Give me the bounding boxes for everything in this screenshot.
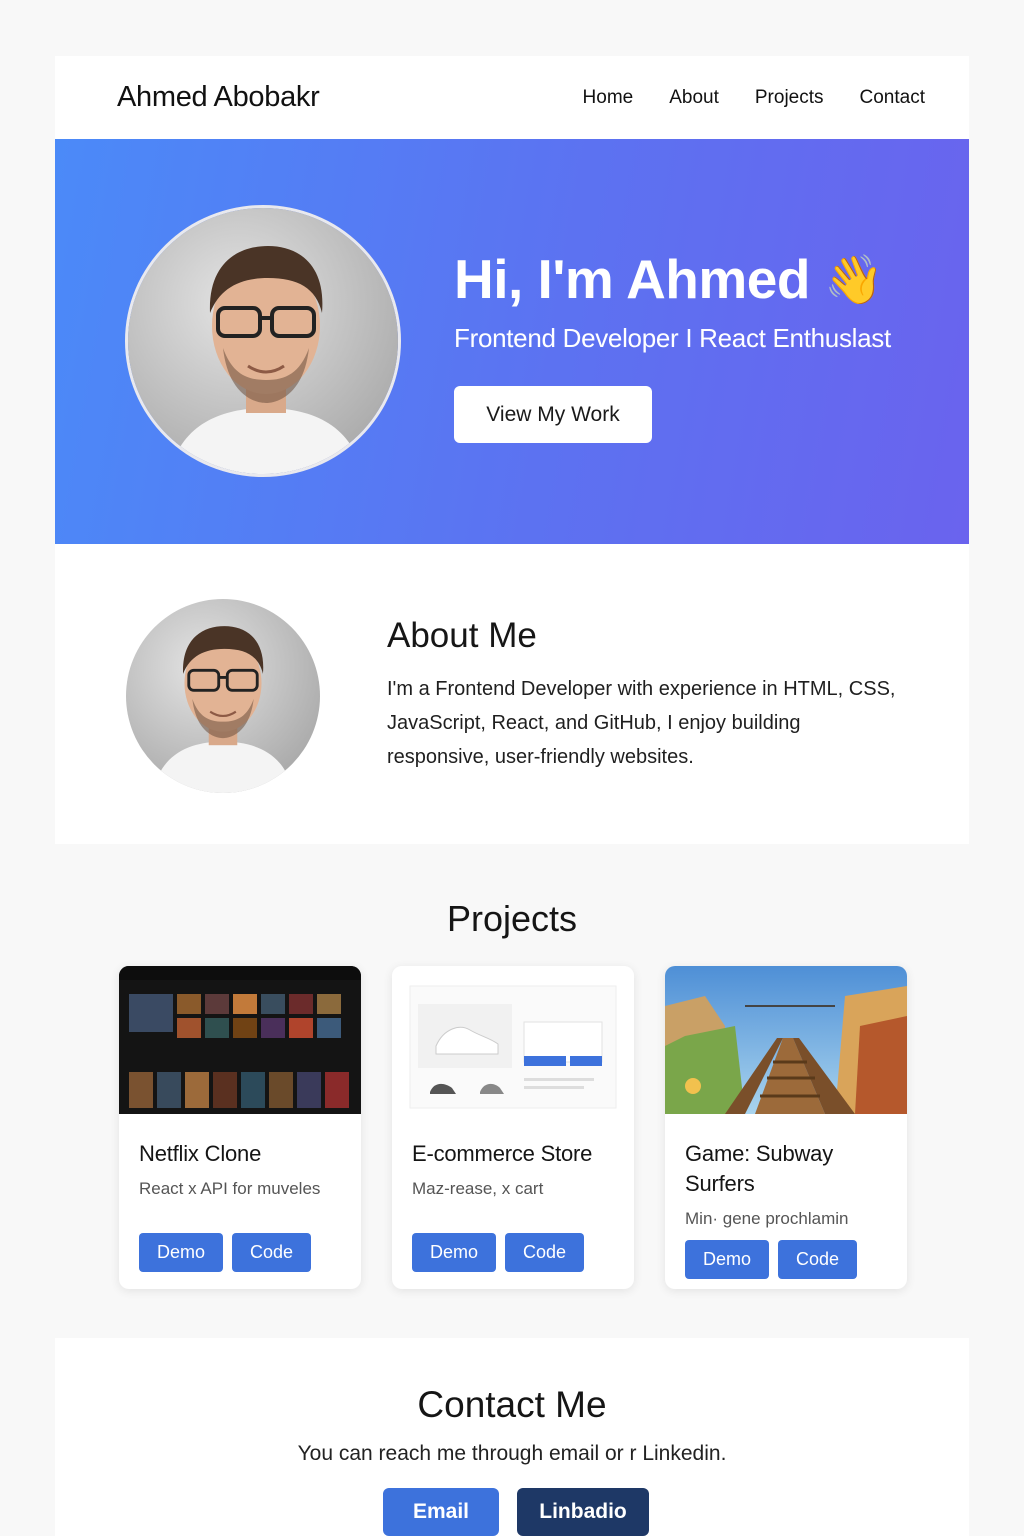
- card-description: Maz-rease, x cart: [412, 1179, 544, 1198]
- hero-title-text: Hi, I'm Ahmed: [454, 248, 810, 310]
- contact-title: Contact Me: [417, 1384, 607, 1425]
- card-description: React x API for muveles: [139, 1179, 321, 1198]
- contact-actions: Email Linbadio: [55, 1488, 969, 1536]
- nav-about[interactable]: About: [669, 87, 719, 109]
- main-nav: Home About Projects Contact: [583, 87, 925, 109]
- card-actions: Demo Code: [685, 1240, 858, 1279]
- card-body: E-commerce Store Maz-rease, x cart: [392, 1119, 634, 1199]
- about-avatar: [126, 599, 320, 793]
- code-button[interactable]: Code: [232, 1233, 312, 1272]
- project-card-ecommerce: E-commerce Store Maz-rease, x cart Demo …: [392, 966, 634, 1289]
- hero-text: Hi, I'm Ahmed 👋 Frontend Developer I Rea…: [454, 247, 891, 443]
- project-card-subway: Game: Subway Surfers Min· gene prochlami…: [665, 966, 907, 1289]
- hero-subtitle: Frontend Developer I React Enthuslast: [454, 323, 891, 353]
- brand-name[interactable]: Ahmed Abobakr: [117, 81, 320, 114]
- about-title: About Me: [387, 616, 537, 655]
- avatar-portrait-icon: [128, 208, 398, 474]
- card-actions: Demo Code: [412, 1233, 585, 1272]
- hero-section: Hi, I'm Ahmed 👋 Frontend Developer I Rea…: [55, 139, 969, 544]
- projects-section: Projects Netflix Clone React x API for m…: [55, 844, 969, 1338]
- demo-button[interactable]: Demo: [685, 1240, 770, 1279]
- demo-button[interactable]: Demo: [139, 1233, 224, 1272]
- code-button[interactable]: Code: [505, 1233, 585, 1272]
- contact-text: You can reach me through email or r Link…: [297, 1442, 727, 1465]
- card-title: E-commerce Store: [412, 1141, 593, 1166]
- about-text: About Me I'm a Frontend Developer with e…: [387, 616, 907, 774]
- card-body: Netflix Clone React x API for muveles: [119, 1119, 361, 1199]
- nav-home[interactable]: Home: [583, 87, 634, 109]
- linkedin-button[interactable]: Linbadio: [517, 1488, 649, 1536]
- code-button[interactable]: Code: [778, 1240, 858, 1279]
- site-header: Ahmed Abobakr Home About Projects Contac…: [55, 56, 969, 139]
- view-my-work-button[interactable]: View My Work: [454, 386, 652, 443]
- project-card-netflix: Netflix Clone React x API for muveles De…: [119, 966, 361, 1289]
- email-button[interactable]: Email: [383, 1488, 499, 1536]
- demo-button[interactable]: Demo: [412, 1233, 497, 1272]
- nav-contact[interactable]: Contact: [860, 87, 925, 109]
- waving-hand-icon: 👋: [823, 253, 884, 307]
- nav-projects[interactable]: Projects: [755, 87, 824, 109]
- card-actions: Demo Code: [139, 1233, 312, 1272]
- card-body: Game: Subway Surfers Min· gene prochlami…: [665, 1119, 907, 1229]
- card-description: Min· gene prochlamin: [685, 1209, 849, 1228]
- about-section: About Me I'm a Frontend Developer with e…: [55, 544, 969, 844]
- game-scene-thumbnail-icon: [665, 966, 907, 1114]
- projects-title: Projects: [446, 898, 578, 939]
- hero-title: Hi, I'm Ahmed 👋: [454, 247, 891, 311]
- about-body: I'm a Frontend Developer with experience…: [387, 678, 896, 768]
- avatar-portrait-icon: [126, 599, 320, 793]
- contact-section: Contact Me You can reach me through emai…: [55, 1338, 969, 1536]
- project-cards: Netflix Clone React x API for muveles De…: [119, 966, 907, 1289]
- shoe-store-thumbnail-icon: [392, 966, 634, 1114]
- movie-grid-thumbnail-icon: [119, 966, 361, 1114]
- card-title: Game: Subway Surfers: [685, 1141, 834, 1196]
- hero-avatar: [125, 205, 401, 477]
- card-title: Netflix Clone: [139, 1141, 262, 1166]
- portfolio-page: Ahmed Abobakr Home About Projects Contac…: [55, 56, 969, 1536]
